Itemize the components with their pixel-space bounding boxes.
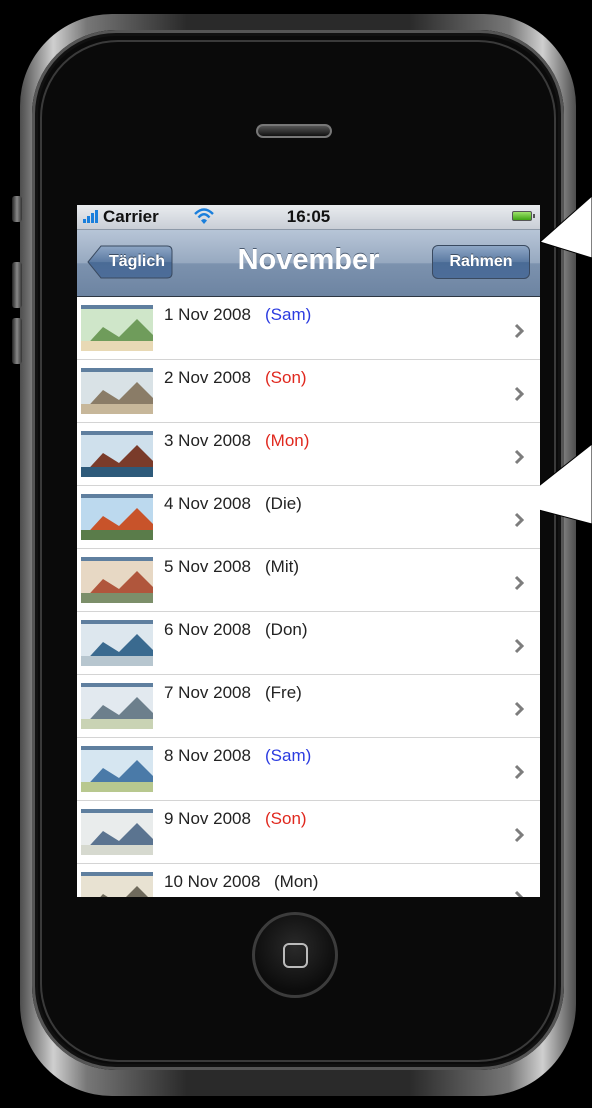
date-list: 1 Nov 2008 (Sam) 2 Nov 2008 (Son) 3 Nov 2008… xyxy=(77,297,540,897)
ukiyo-e-thumbnail xyxy=(81,683,153,729)
list-item-weekday: (Sam) xyxy=(265,305,312,324)
list-item[interactable]: 2 Nov 2008 (Son) xyxy=(77,360,540,423)
list-item-date: 8 Nov 2008 xyxy=(164,746,251,765)
chevron-right-icon xyxy=(514,764,524,780)
status-time: 16:05 xyxy=(286,207,331,226)
list-item-weekday: (Fre) xyxy=(265,683,302,702)
ukiyo-e-thumbnail xyxy=(81,431,153,477)
ukiyo-e-thumbnail xyxy=(81,809,153,855)
list-item-weekday: (Mit) xyxy=(265,557,299,576)
list-item[interactable]: 10 Nov 2008 (Mon) xyxy=(77,864,540,897)
list-item[interactable]: 9 Nov 2008 (Son) xyxy=(77,801,540,864)
navigation-bar: Täglich November Rahmen xyxy=(77,230,540,297)
chevron-right-icon xyxy=(514,575,524,591)
iphone-mockup: Carrier 16:05 Täglich November Rahmen 1 … xyxy=(0,0,592,1108)
list-item[interactable]: 5 Nov 2008 (Mit) xyxy=(77,549,540,612)
list-item-date: 7 Nov 2008 xyxy=(164,683,251,702)
list-item-date: 2 Nov 2008 xyxy=(164,368,251,387)
chevron-right-icon xyxy=(514,386,524,402)
chevron-right-icon xyxy=(514,449,524,465)
list-item-date: 1 Nov 2008 xyxy=(164,305,251,324)
home-button[interactable] xyxy=(252,912,338,998)
list-item[interactable]: 7 Nov 2008 (Fre) xyxy=(77,675,540,738)
list-item[interactable]: 6 Nov 2008 (Don) xyxy=(77,612,540,675)
list-item-date: 10 Nov 2008 xyxy=(164,872,261,891)
ukiyo-e-thumbnail xyxy=(81,557,153,603)
list-item[interactable]: 1 Nov 2008 (Sam) xyxy=(77,297,540,360)
list-item-weekday: (Don) xyxy=(265,620,308,639)
list-item[interactable]: 3 Nov 2008 (Mon) xyxy=(77,423,540,486)
list-item-date: 5 Nov 2008 xyxy=(164,557,251,576)
list-item-date: 9 Nov 2008 xyxy=(164,809,251,828)
phone-screen: Carrier 16:05 Täglich November Rahmen 1 … xyxy=(77,205,540,897)
volume-up-button xyxy=(12,262,22,308)
ukiyo-e-thumbnail xyxy=(81,368,153,414)
battery-icon xyxy=(512,211,535,221)
ukiyo-e-thumbnail xyxy=(81,620,153,666)
list-item-weekday: (Die) xyxy=(265,494,302,513)
list-item-date: 4 Nov 2008 xyxy=(164,494,251,513)
volume-down-button xyxy=(12,318,22,364)
chevron-right-icon xyxy=(514,827,524,843)
status-bar: Carrier 16:05 xyxy=(77,205,540,230)
chevron-right-icon xyxy=(514,323,524,339)
side-button xyxy=(12,196,22,222)
list-item-weekday: (Mon) xyxy=(274,872,319,891)
list-item[interactable]: 8 Nov 2008 (Sam) xyxy=(77,738,540,801)
earpiece-speaker xyxy=(256,124,332,138)
frame-button[interactable]: Rahmen xyxy=(432,245,530,279)
ukiyo-e-thumbnail xyxy=(81,872,153,897)
ukiyo-e-thumbnail xyxy=(81,494,153,540)
list-item-date: 6 Nov 2008 xyxy=(164,620,251,639)
chevron-right-icon xyxy=(514,512,524,528)
list-item-weekday: (Mon) xyxy=(265,431,310,450)
list-item-date: 3 Nov 2008 xyxy=(164,431,251,450)
ukiyo-e-thumbnail xyxy=(81,746,153,792)
chevron-right-icon xyxy=(514,638,524,654)
list-item[interactable]: 4 Nov 2008 (Die) xyxy=(77,486,540,549)
home-square-icon xyxy=(283,943,308,968)
list-item-weekday: (Son) xyxy=(265,809,307,828)
list-item-weekday: (Son) xyxy=(265,368,307,387)
list-item-weekday: (Sam) xyxy=(265,746,312,765)
chevron-right-icon xyxy=(514,890,524,897)
ukiyo-e-thumbnail xyxy=(81,305,153,351)
chevron-right-icon xyxy=(514,701,524,717)
